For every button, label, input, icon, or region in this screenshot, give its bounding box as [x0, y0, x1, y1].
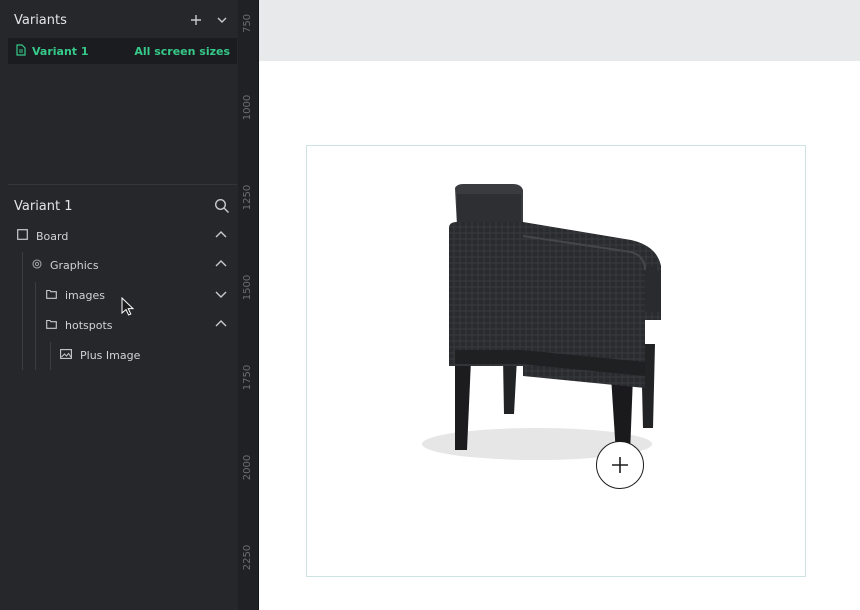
chevron-down-icon[interactable] [214, 12, 230, 28]
chevron-up-icon[interactable] [214, 319, 228, 332]
chair-image[interactable] [307, 146, 805, 576]
variant-screens: All screen sizes [134, 44, 230, 58]
chevron-down-icon[interactable] [214, 289, 228, 302]
ruler-label: 1500 [242, 274, 254, 300]
plus-icon[interactable] [188, 12, 204, 28]
graphics-icon [32, 258, 42, 272]
layer-row-hotspots[interactable]: hotspots [0, 313, 238, 337]
document-icon [16, 43, 26, 59]
left-panel: Variants Variant 1 All screen sizes Vari… [0, 0, 239, 610]
variants-header: Variants [0, 7, 238, 33]
layers-title: Variant 1 [14, 198, 73, 214]
variant-label: Variant 1 [32, 44, 89, 58]
plus-hotspot-button[interactable] [596, 441, 644, 489]
ruler-label: 1000 [242, 94, 254, 120]
layer-row-images[interactable]: images [0, 283, 238, 307]
layer-row-plus-image[interactable]: Plus Image [0, 343, 238, 367]
board-icon [17, 229, 28, 243]
panel-divider [8, 184, 237, 185]
layers-header: Variant 1 [0, 193, 238, 219]
canvas-topbar [259, 0, 860, 61]
ruler-label: 1250 [242, 184, 254, 210]
plus-icon [612, 457, 628, 473]
variants-header-actions [188, 12, 230, 28]
vertical-ruler[interactable]: 750 1000 1250 1500 1750 2000 2250 [238, 0, 259, 610]
layer-label: Board [36, 229, 69, 243]
folder-icon [46, 289, 57, 302]
ruler-label: 750 [242, 13, 254, 33]
chevron-up-icon[interactable] [214, 230, 228, 243]
layer-label: Graphics [50, 258, 99, 272]
chevron-up-icon[interactable] [214, 259, 228, 272]
artboard[interactable] [306, 145, 806, 577]
folder-icon [46, 319, 57, 332]
mouse-cursor-icon [121, 297, 135, 316]
layer-row-graphics[interactable]: Graphics [0, 253, 238, 277]
ruler-label: 2250 [242, 544, 254, 570]
ruler-label: 2000 [242, 454, 254, 480]
image-icon [60, 348, 72, 362]
layer-label: Plus Image [80, 348, 141, 362]
layer-row-board[interactable]: Board [0, 224, 238, 248]
layer-label: hotspots [65, 318, 113, 332]
variants-title: Variants [14, 12, 67, 28]
variant-item[interactable]: Variant 1 All screen sizes [8, 38, 237, 64]
design-canvas[interactable] [259, 0, 860, 610]
ruler-label: 1750 [242, 364, 254, 390]
search-icon[interactable] [214, 198, 230, 214]
layer-label: images [65, 288, 105, 302]
